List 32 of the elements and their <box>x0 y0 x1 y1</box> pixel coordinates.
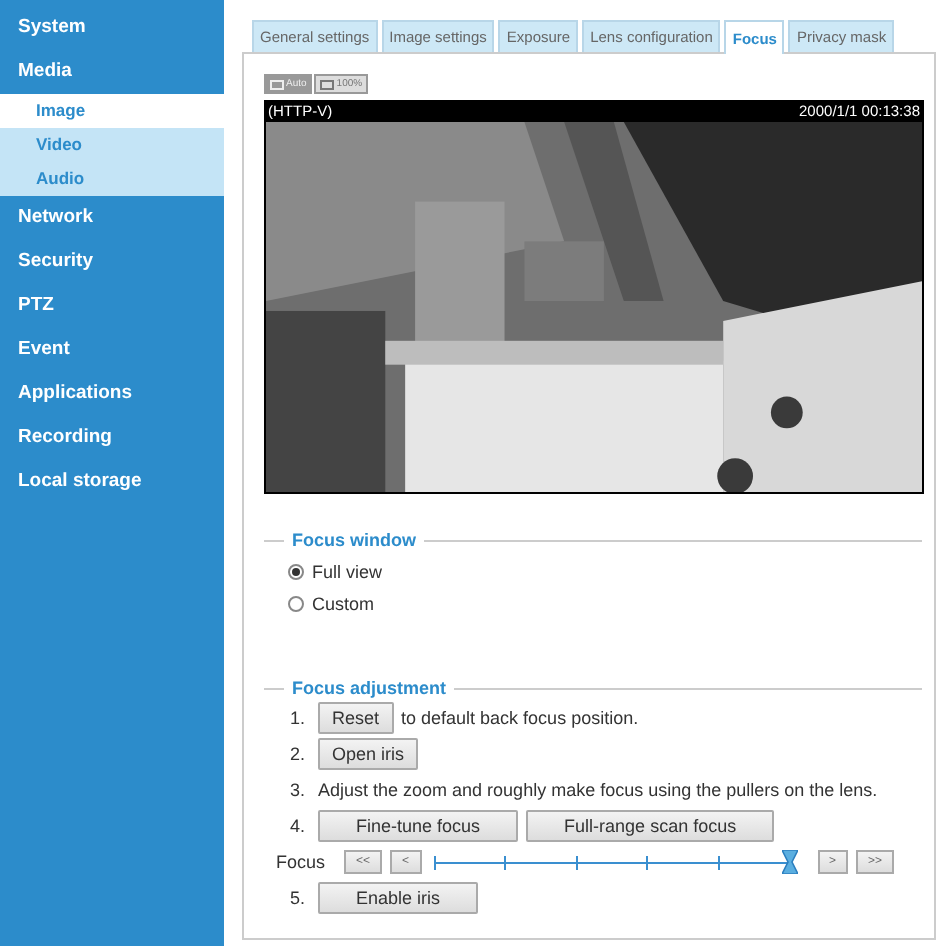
radio-button[interactable] <box>288 596 304 612</box>
sidebar-item[interactable]: Security <box>0 240 224 284</box>
sidebar-item[interactable]: Event <box>0 328 224 372</box>
step-text: to default back focus position. <box>401 708 639 728</box>
step-number: 3. <box>290 780 308 800</box>
sidebar-item[interactable]: System <box>0 6 224 50</box>
sidebar-subitem[interactable]: Video <box>0 128 224 162</box>
sidebar-item[interactable]: Media <box>0 50 224 94</box>
sidebar-subitem[interactable]: Image <box>0 94 224 128</box>
slider-label: Focus <box>276 852 328 872</box>
section-title: Focus adjustment <box>292 678 447 698</box>
sidebar-subitem[interactable]: Audio <box>0 162 224 196</box>
option-label: Custom <box>312 594 375 614</box>
action-button[interactable]: Enable iris <box>318 882 479 914</box>
step-number: 2. <box>290 744 308 764</box>
action-button[interactable]: Full-range scan focus <box>526 810 775 842</box>
action-button[interactable]: Reset <box>318 702 394 734</box>
sidebar-item[interactable]: Applications <box>0 372 224 416</box>
slider-thumb[interactable] <box>781 850 798 874</box>
step-number: 1. <box>290 708 308 728</box>
step-number: 4. <box>290 816 308 836</box>
section-title: Focus window <box>292 530 416 550</box>
step-number: 5. <box>290 888 308 908</box>
radio-button[interactable] <box>288 564 304 580</box>
step-text: Adjust the zoom and roughly make focus using the pullers on the lens. <box>318 780 878 800</box>
sidebar-item[interactable]: Local storage <box>0 460 224 504</box>
action-button[interactable]: Open iris <box>318 738 419 770</box>
sidebar-item[interactable]: Recording <box>0 416 224 460</box>
option-label: Full view <box>312 562 383 582</box>
sidebar-item[interactable]: Network <box>0 196 224 240</box>
sidebar-item[interactable]: PTZ <box>0 284 224 328</box>
action-button[interactable]: Fine-tune focus <box>318 810 519 842</box>
